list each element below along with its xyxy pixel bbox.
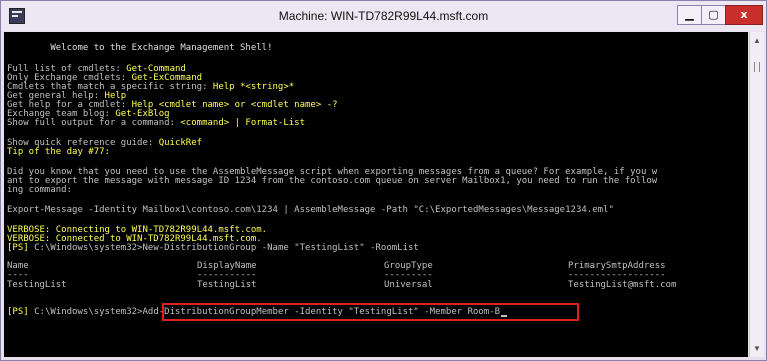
table-header-underline: ---- [7,270,29,280]
help-command: <command> | Format-List [180,118,306,128]
table-cell-grouptype: Universal [384,280,433,290]
maximize-button[interactable]: ▢ [701,5,726,25]
table-header-underline: --------- [384,270,433,280]
ps-tag: [PS] [7,243,29,253]
ps-tag: [PS] [7,307,29,317]
powershell-window: Machine: WIN-TD782R99L44.msft.com ▁ ▢ x … [0,0,767,361]
vertical-scrollbar[interactable]: ▲ ▼ [749,32,764,357]
tip-title: Tip of the day #77: [7,147,110,157]
window-title: Machine: WIN-TD782R99L44.msft.com [278,9,489,23]
scroll-up-arrow-icon[interactable]: ▲ [753,36,761,45]
export-command-line: Export-Message -Identity Mailbox1\contos… [7,205,614,215]
help-text: Show full output for a command: [7,118,181,128]
quickref-command: QuickRef [158,138,203,148]
minimize-button[interactable]: ▁ [677,5,702,25]
help-command: Help *<string>* [212,82,295,92]
prompt-command: New-DistributionGroup -Name "TestingList… [142,243,419,253]
welcome-line: Welcome to the Exchange Management Shell… [7,43,273,53]
scroll-down-arrow-icon[interactable]: ▼ [753,344,761,353]
command-highlight-box [162,303,579,321]
help-line: Show full output for a command: <command… [7,118,305,128]
tip-text-line: ant to export the message with message I… [7,176,658,186]
table-header-underline: ------------------ [568,270,666,280]
scrollbar-thumb[interactable] [754,62,760,72]
close-button[interactable]: x [725,5,763,25]
table-cell-name: TestingList [7,280,67,290]
prompt-path: C:\Windows\system32> [28,307,143,317]
prompt-line-1: [PS] C:\Windows\system32>New-Distributio… [7,243,419,253]
table-cell-displayname: TestingList [197,280,257,290]
console-output[interactable]: Welcome to the Exchange Management Shell… [4,32,748,357]
tip-text-line: ing command: [7,185,73,195]
table-header-underline: ----------- [197,270,257,280]
table-cell-primarysmtp: TestingList@msft.com [568,280,677,290]
prompt-path: C:\Windows\system32> [28,243,143,253]
title-bar[interactable]: Machine: WIN-TD782R99L44.msft.com ▁ ▢ x [1,1,766,31]
